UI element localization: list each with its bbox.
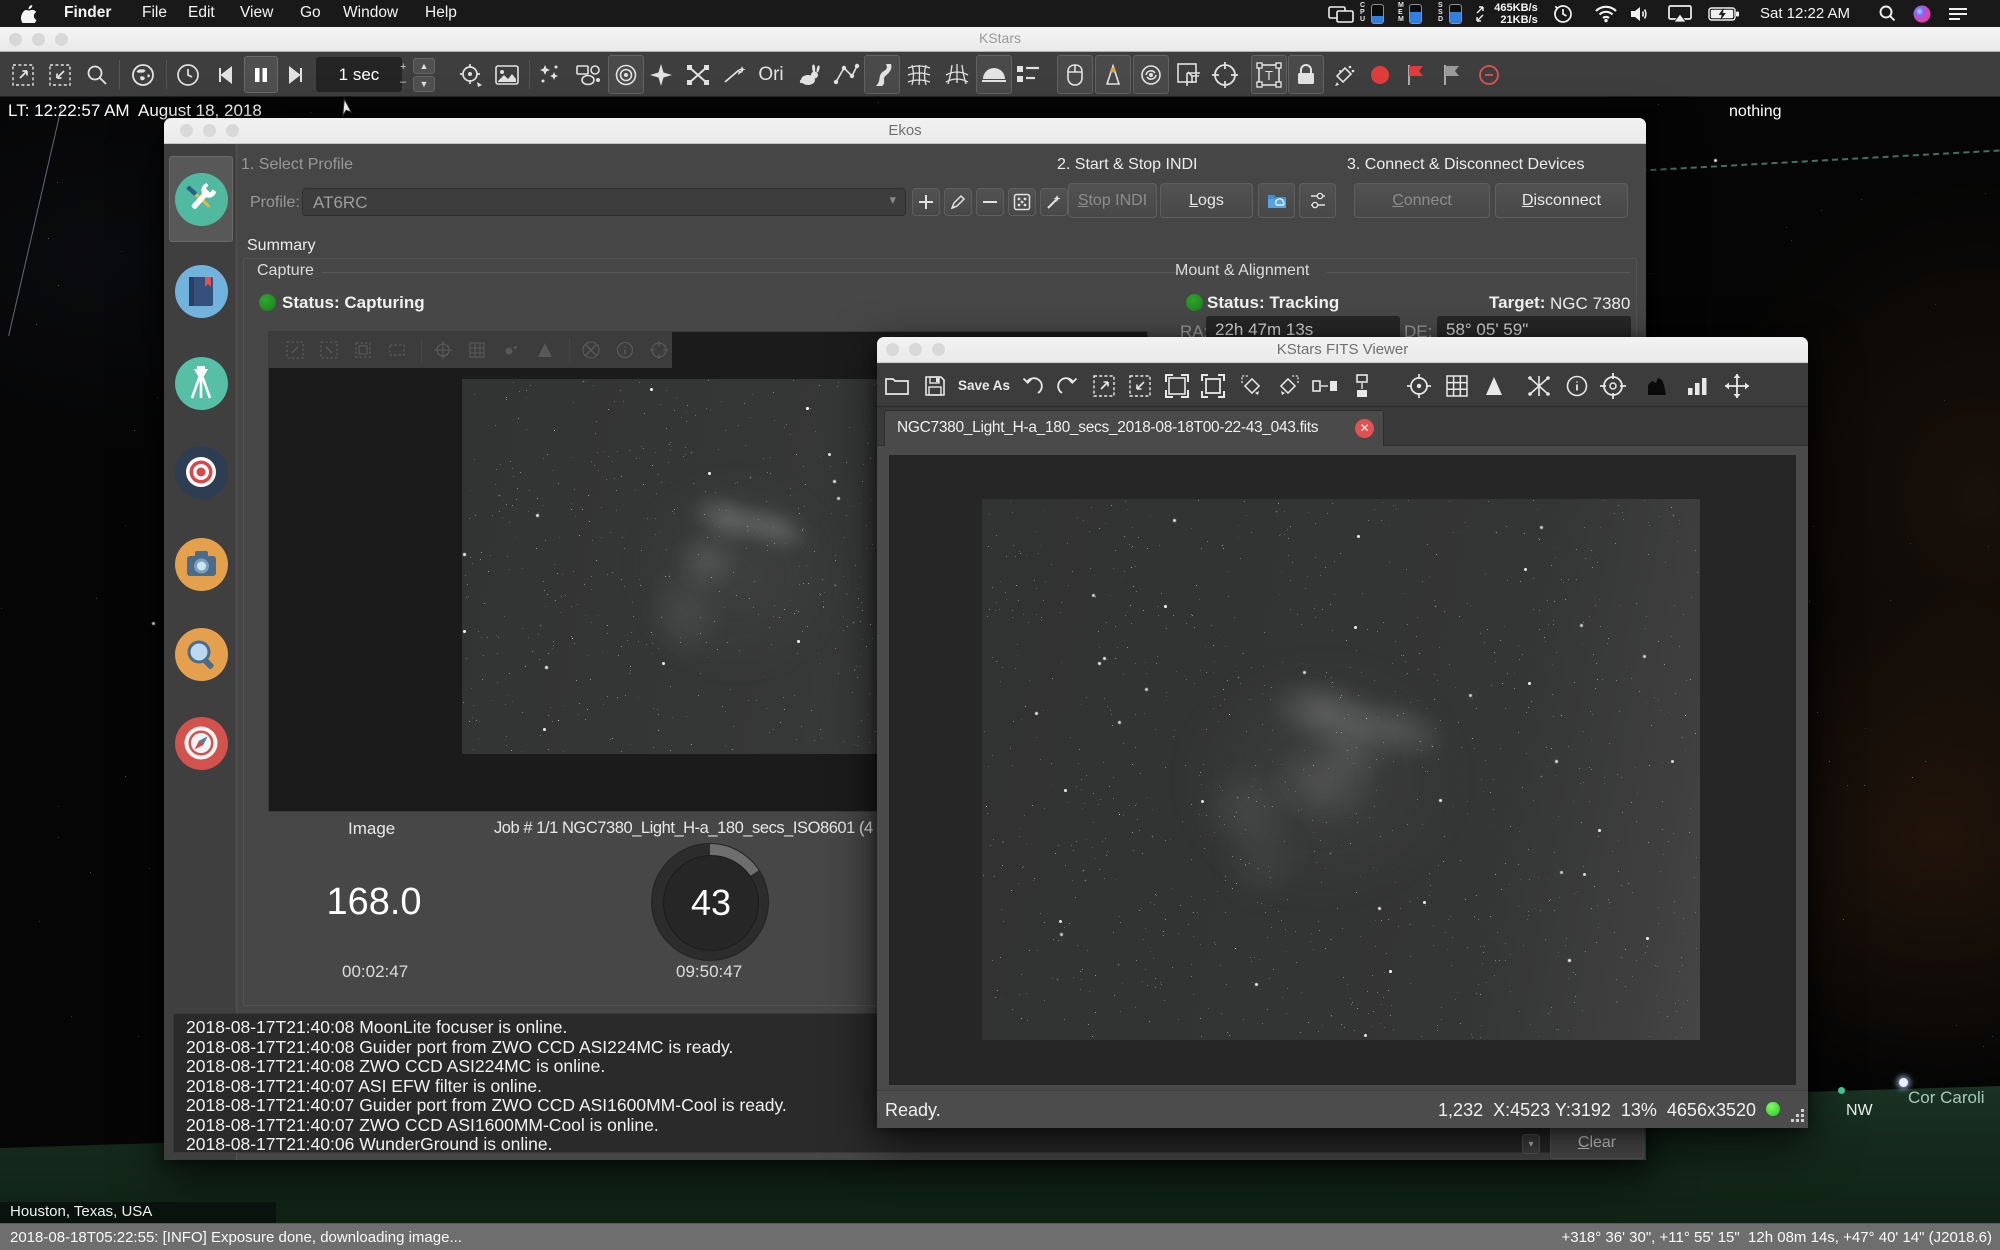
svg-text:T: T bbox=[1265, 68, 1273, 83]
